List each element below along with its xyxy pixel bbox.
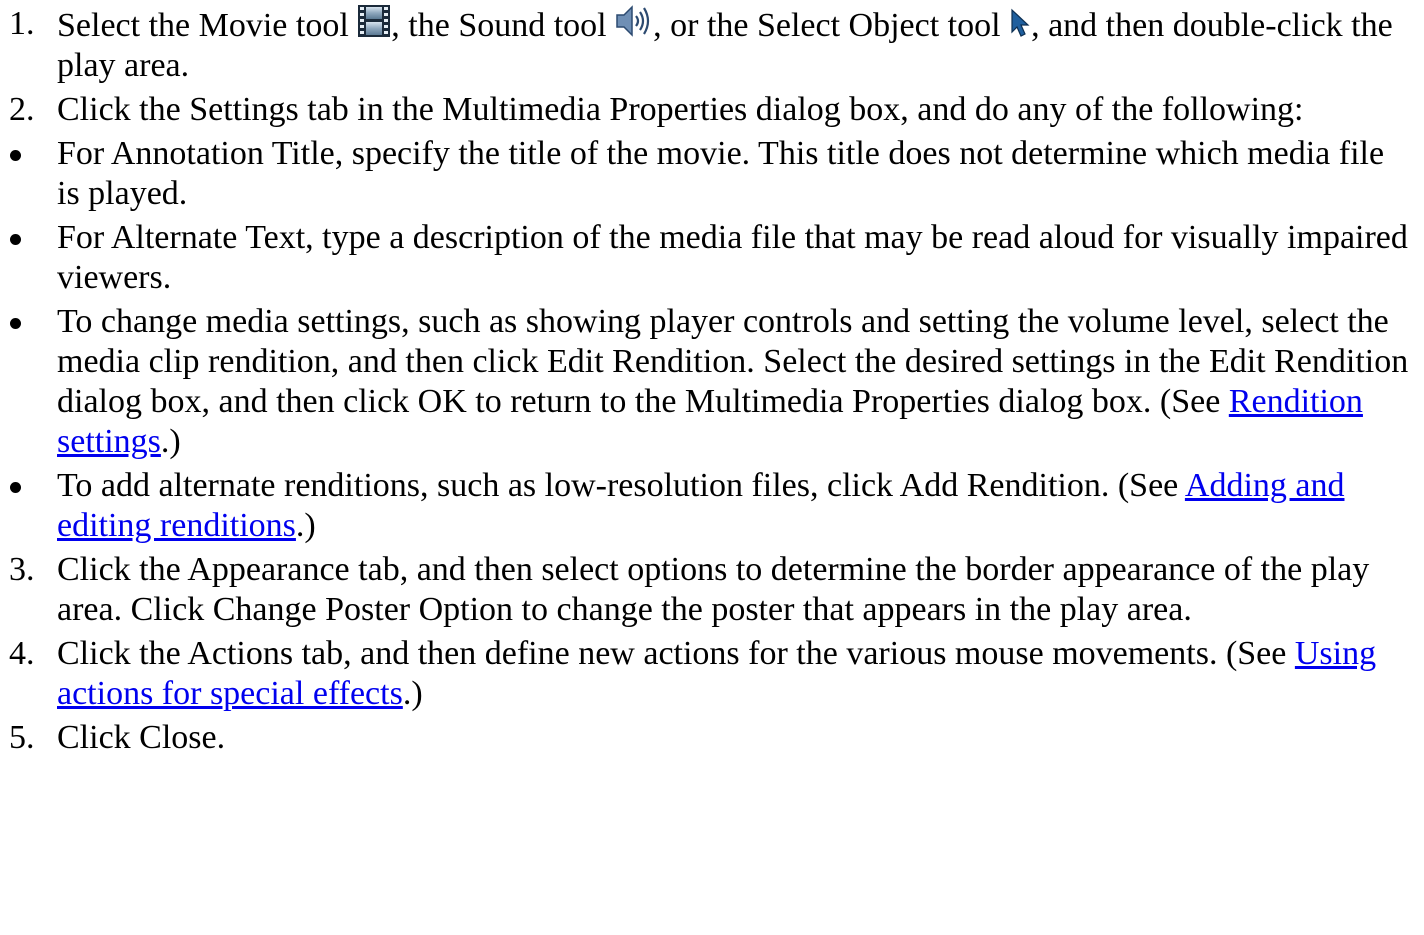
step-3: 3. Click the Appearance tab, and then se… xyxy=(0,550,1424,630)
step-number: 2. xyxy=(9,91,35,128)
step-text: Click the Actions tab, and then define n… xyxy=(57,635,1295,672)
step-number: 4. xyxy=(9,635,35,672)
bullet-text: .) xyxy=(295,507,316,544)
bullet-alternate-text: For Alternate Text, type a description o… xyxy=(0,218,1424,298)
bullet-text: To change media settings, such as showin… xyxy=(57,303,1409,420)
step-number: 5. xyxy=(9,719,35,756)
bullet-marker xyxy=(10,482,21,493)
bullet-marker xyxy=(10,150,21,161)
step-text: .) xyxy=(402,675,423,712)
bullet-text: For Annotation Title, specify the title … xyxy=(57,135,1385,212)
bullet-text: For Alternate Text, type a description o… xyxy=(57,219,1408,296)
step-5: 5. Click Close. xyxy=(0,718,1424,758)
bullet-text: To add alternate renditions, such as low… xyxy=(57,467,1185,504)
bullet-text: .) xyxy=(160,423,181,460)
bullet-annotation-title: For Annotation Title, specify the title … xyxy=(0,134,1424,214)
instructions-document: 1. Select the Movie tool , the Sound too… xyxy=(0,0,1424,758)
step-text: Click the Appearance tab, and then selec… xyxy=(57,551,1370,628)
step-text: Click Close. xyxy=(57,719,226,756)
movie-tool-icon xyxy=(357,4,391,38)
bullet-media-settings: To change media settings, such as showin… xyxy=(0,302,1424,462)
step-2: 2. Click the Settings tab in the Multime… xyxy=(0,90,1424,130)
bullet-marker xyxy=(10,234,21,245)
step-text: , or the Select Object tool xyxy=(653,7,1010,44)
sound-tool-icon xyxy=(615,4,653,38)
step-text: Select the Movie tool xyxy=(57,7,358,44)
step-text: , the Sound tool xyxy=(391,7,616,44)
step-number: 1. xyxy=(9,5,35,42)
bullet-alternate-renditions: To add alternate renditions, such as low… xyxy=(0,466,1424,546)
step-1: 1. Select the Movie tool , the Sound too… xyxy=(0,4,1424,86)
step-text: Click the Settings tab in the Multimedia… xyxy=(57,91,1304,128)
step-number: 3. xyxy=(9,551,35,588)
select-object-tool-icon xyxy=(1009,8,1031,38)
bullet-marker xyxy=(10,318,21,329)
step-4: 4. Click the Actions tab, and then defin… xyxy=(0,634,1424,714)
